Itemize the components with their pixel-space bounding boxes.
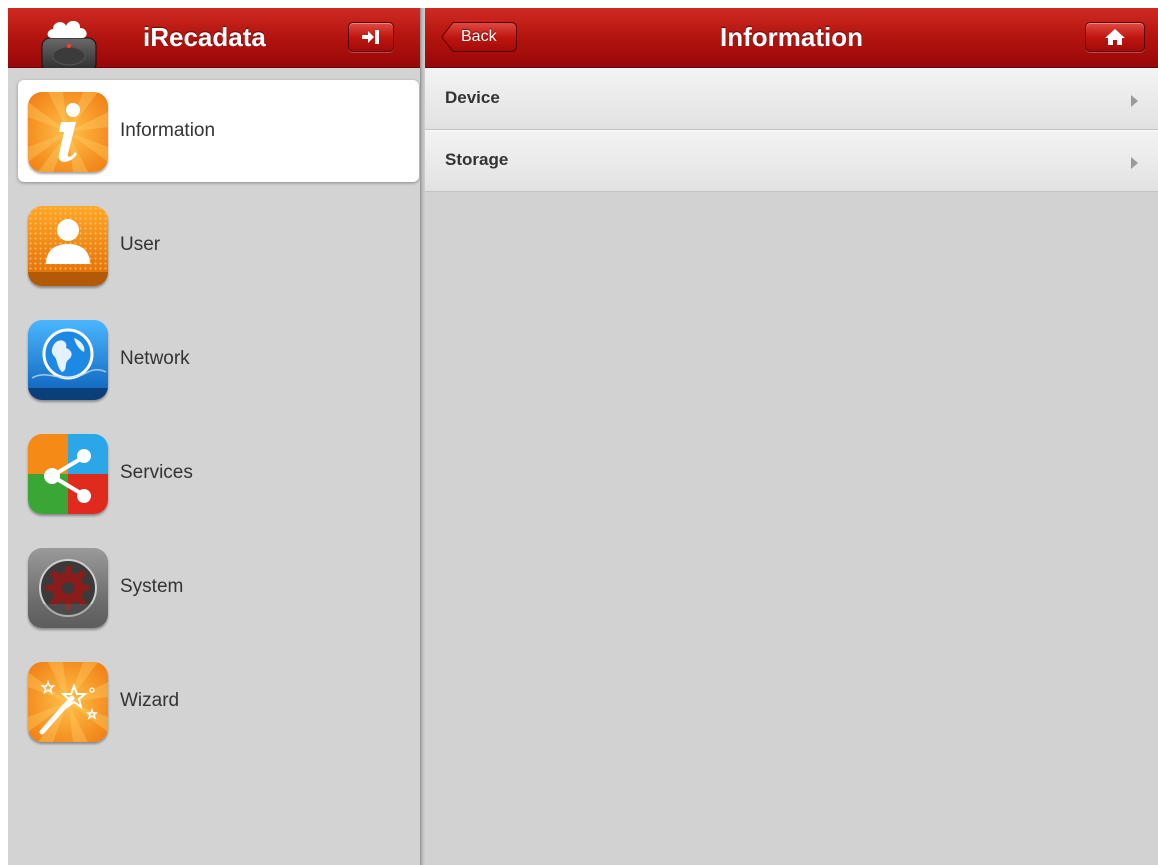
app-window: iRecadata Information User Network Servi… [8, 8, 1158, 865]
sidebar-item-label: Information [120, 120, 216, 141]
sidebar-item-services[interactable]: Services [18, 422, 419, 524]
chevron-right-icon [1131, 157, 1138, 169]
sidebar-item-label: Services [120, 462, 193, 483]
sidebar-item-user[interactable]: User [18, 194, 419, 296]
globe-icon [28, 320, 108, 400]
sidebar: iRecadata Information User Network Servi… [8, 8, 420, 865]
list-item-device[interactable]: Device [425, 68, 1158, 130]
list-item-storage[interactable]: Storage [425, 130, 1158, 192]
sidebar-item-label: System [120, 576, 184, 597]
home-button[interactable] [1085, 22, 1145, 52]
list-item-label: Storage [445, 150, 509, 169]
logout-arrow-icon [362, 30, 379, 44]
logout-button[interactable] [348, 22, 394, 52]
app-title: iRecadata [143, 22, 266, 52]
sidebar-item-label: Wizard [120, 690, 180, 711]
detail-pane: Back Information Device Storage [425, 8, 1158, 865]
sidebar-item-label: User [120, 234, 161, 255]
magic-wand-icon [28, 662, 108, 742]
user-icon [28, 206, 108, 286]
page-title: Information [720, 22, 863, 52]
sidebar-header: iRecadata [8, 8, 420, 73]
info-icon [28, 92, 108, 172]
gear-icon [28, 548, 108, 628]
sidebar-item-network[interactable]: Network [18, 308, 419, 410]
sidebar-item-label: Network [120, 348, 190, 369]
sidebar-item-information[interactable]: Information [18, 80, 419, 182]
list-item-label: Device [445, 88, 500, 107]
share-icon [28, 434, 108, 514]
home-icon [1105, 29, 1125, 45]
sidebar-item-wizard[interactable]: Wizard [18, 650, 419, 752]
sidebar-item-system[interactable]: System [18, 536, 419, 638]
detail-header: Back Information [425, 8, 1158, 68]
cloud-device-icon [36, 8, 102, 73]
chevron-right-icon [1131, 95, 1138, 107]
